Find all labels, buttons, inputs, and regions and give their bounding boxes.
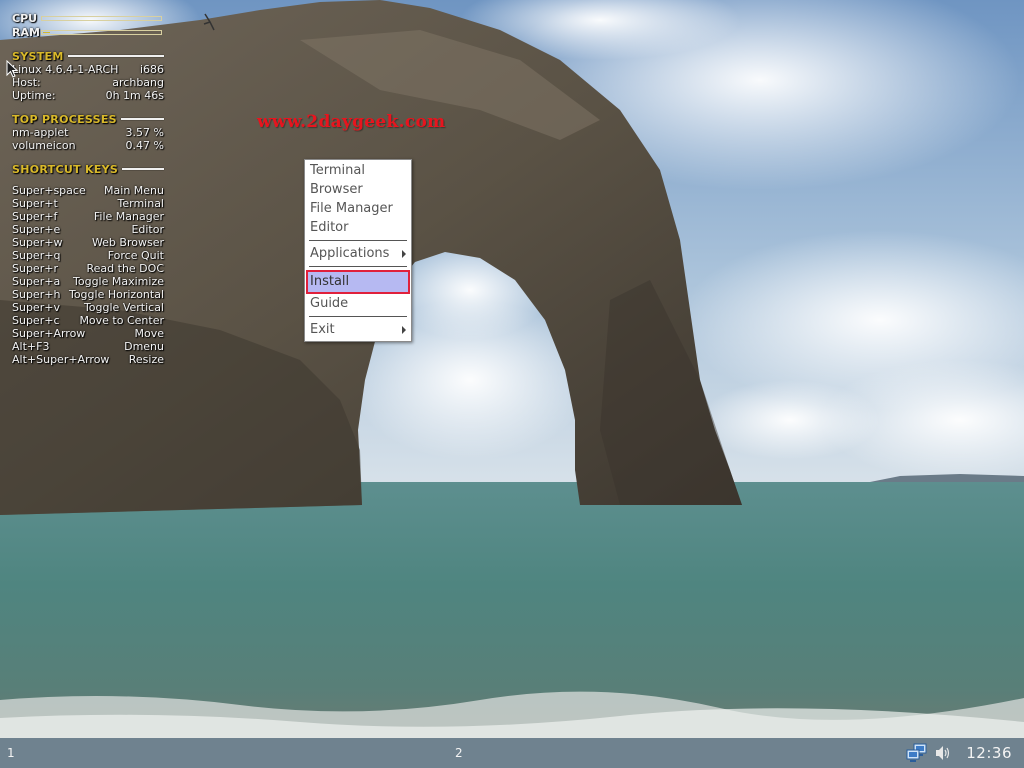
taskbar: 1 2 12:36 [0, 738, 1024, 768]
shortcut-row: Super+w Web Browser [12, 236, 164, 249]
ram-usage-fill [43, 31, 51, 33]
shortcut-action: Resize [128, 353, 164, 366]
shortcut-action: Toggle Vertical [83, 301, 164, 314]
uptime-value: 0h 1m 46s [105, 89, 164, 102]
system-tray: 12:36 [906, 738, 1024, 768]
shortcut-key: Super+r [12, 262, 58, 275]
kernel-row: Linux 4.6.4-1-ARCH i686 [12, 63, 164, 76]
shortcut-keys-section-header: SHORTCUT KEYS [12, 162, 164, 176]
shortcut-key: Super+e [12, 223, 61, 236]
shortcut-row: Super+c Move to Center [12, 314, 164, 327]
shortcut-action: Web Browser [91, 236, 164, 249]
shortcut-action: Toggle Maximize [73, 275, 164, 288]
process-row: nm-applet 3.57 % [12, 126, 164, 139]
shortcut-keys-title: SHORTCUT KEYS [12, 162, 119, 176]
host-row: Host: archbang [12, 76, 164, 89]
shortcut-row: Super+f File Manager [12, 210, 164, 223]
ram-label: RAM [12, 25, 40, 39]
shortcut-list: Super+space Main Menu Super+t Terminal Sup… [12, 184, 164, 366]
shortcut-row: Alt+F3 Dmenu [12, 340, 164, 353]
shortcut-row: Super+e Editor [12, 223, 164, 236]
shortcut-key: Super+a [12, 275, 61, 288]
kernel-version: Linux 4.6.4-1-ARCH [12, 63, 119, 76]
shortcut-key: Alt+Super+Arrow [12, 353, 110, 366]
shortcut-row: Super+space Main Menu [12, 184, 164, 197]
shortcut-row: Super+t Terminal [12, 197, 164, 210]
shortcut-action: Main Menu [104, 184, 164, 197]
shortcut-action: Terminal [117, 197, 165, 210]
shortcut-key: Super+t [12, 197, 58, 210]
shortcut-action: Force Quit [107, 249, 164, 262]
system-section-header: SYSTEM [12, 49, 164, 63]
shortcut-key: Super+w [12, 236, 63, 249]
shortcut-action: Dmenu [124, 340, 164, 353]
section-divider [120, 118, 164, 120]
shortcut-row: Super+Arrow Move [12, 327, 164, 340]
section-divider [67, 55, 164, 57]
menu-item-file-manager[interactable]: File Manager [305, 199, 411, 218]
shortcut-key: Super+q [12, 249, 61, 262]
shortcut-row: Super+q Force Quit [12, 249, 164, 262]
shortcut-row: Super+v Toggle Vertical [12, 301, 164, 314]
shortcut-action: Read the DOC [86, 262, 165, 275]
host-value: archbang [112, 76, 164, 89]
menu-item-applications[interactable]: Applications [305, 244, 411, 263]
shortcut-row: Super+h Toggle Horizontal [12, 288, 164, 301]
desktop-2-button[interactable]: 2 [455, 746, 463, 760]
menu-separator [309, 240, 407, 241]
menu-item-browser[interactable]: Browser [305, 180, 411, 199]
shortcut-action: Editor [131, 223, 164, 236]
shortcut-key: Super+v [12, 301, 60, 314]
uptime-label: Uptime: [12, 89, 56, 102]
section-divider [122, 168, 164, 170]
cpu-label: CPU [12, 11, 38, 25]
shortcut-row: Alt+Super+Arrow Resize [12, 353, 164, 366]
network-icon[interactable] [906, 743, 928, 763]
conky-system-monitor: CPU RAM SYSTEM Linux 4.6.4-1-ARCH i686 H… [12, 11, 164, 366]
shortcut-action: File Manager [93, 210, 164, 223]
clock[interactable]: 12:36 [966, 744, 1012, 762]
process-name: volumeicon [12, 139, 76, 152]
desktop-root-menu: Terminal Browser File Manager Editor App… [304, 159, 412, 342]
shortcut-key: Super+Arrow [12, 327, 86, 340]
process-cpu: 0.47 % [125, 139, 164, 152]
ram-usage-bar [41, 29, 162, 35]
shortcut-row: Super+r Read the DOC [12, 262, 164, 275]
menu-separator [309, 266, 407, 267]
desktop-1-button[interactable]: 1 [7, 746, 15, 760]
menu-item-guide[interactable]: Guide [305, 294, 411, 313]
shortcut-row: Super+a Toggle Maximize [12, 275, 164, 288]
menu-separator [309, 316, 407, 317]
ram-meter: RAM [12, 25, 164, 39]
architecture: i686 [139, 63, 164, 76]
shortcut-key: Super+c [12, 314, 60, 327]
shortcut-action: Move [134, 327, 165, 340]
shortcut-key: Super+f [12, 210, 58, 223]
uptime-row: Uptime: 0h 1m 46s [12, 89, 164, 102]
menu-item-install[interactable]: Install [306, 270, 410, 294]
shortcut-action: Move to Center [79, 314, 164, 327]
cpu-meter: CPU [12, 11, 164, 25]
menu-item-exit[interactable]: Exit [305, 320, 411, 339]
volume-icon[interactable] [934, 745, 952, 761]
top-processes-section-header: TOP PROCESSES [12, 112, 164, 126]
shortcut-key: Super+space [12, 184, 86, 197]
process-cpu: 3.57 % [125, 126, 164, 139]
mouse-pointer-icon [6, 60, 18, 78]
shortcut-action: Toggle Horizontal [68, 288, 164, 301]
process-list: nm-applet 3.57 % volumeicon 0.47 % [12, 126, 164, 152]
menu-item-editor[interactable]: Editor [305, 218, 411, 237]
shortcut-key: Super+h [12, 288, 61, 301]
website-watermark: www.2daygeek.com [257, 112, 446, 132]
top-processes-title: TOP PROCESSES [12, 112, 117, 126]
process-name: nm-applet [12, 126, 69, 139]
process-row: volumeicon 0.47 % [12, 139, 164, 152]
cpu-usage-bar [41, 15, 162, 21]
shortcut-key: Alt+F3 [12, 340, 50, 353]
menu-item-terminal[interactable]: Terminal [305, 161, 411, 180]
system-title: SYSTEM [12, 49, 64, 63]
